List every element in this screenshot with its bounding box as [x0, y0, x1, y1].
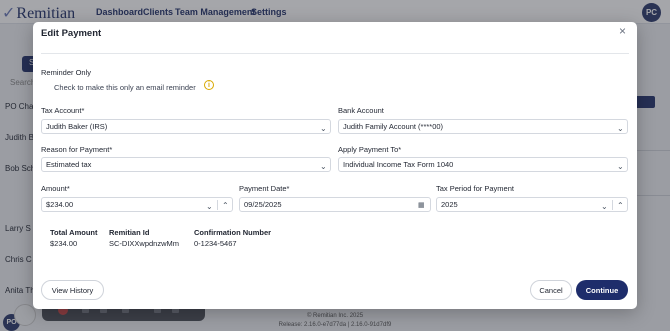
apply-to-value: Individual Income Tax Form 1040: [343, 160, 454, 169]
tax-account-value: Judith Baker (IRS): [46, 122, 108, 131]
tax-period-label: Tax Period for Payment: [436, 184, 514, 193]
chevron-down-icon: ⌄: [617, 124, 624, 133]
reason-select[interactable]: Estimated tax ⌄: [41, 157, 331, 172]
tax-period-select[interactable]: 2025 ⌄ ⌃: [436, 197, 628, 212]
tax-account-label: Tax Account*: [41, 106, 85, 115]
payment-date-value: 09/25/2025: [244, 200, 282, 209]
close-icon[interactable]: ×: [619, 24, 626, 38]
reminder-heading: Reminder Only: [41, 68, 92, 77]
apply-to-label: Apply Payment To*: [338, 145, 402, 154]
amount-value: $234.00: [46, 200, 74, 209]
cancel-button[interactable]: Cancel: [530, 280, 572, 300]
payment-date-label: Payment Date*: [239, 184, 290, 193]
bank-account-value: Judith Family Account (****00): [343, 122, 444, 131]
chevron-down-icon: ⌄: [617, 162, 624, 171]
calendar-icon[interactable]: ▦: [418, 199, 425, 212]
edit-payment-modal: Edit Payment × Reminder Only Check to ma…: [33, 22, 637, 309]
chevron-up-icon[interactable]: ⌃: [222, 199, 229, 212]
apply-to-select[interactable]: Individual Income Tax Form 1040 ⌄: [338, 157, 628, 172]
stepper-divider: [612, 200, 613, 210]
bank-account-label: Bank Account: [338, 106, 384, 115]
tax-period-value: 2025: [441, 200, 458, 209]
chevron-down-icon[interactable]: ⌄: [601, 200, 608, 213]
stepper-divider: [217, 200, 218, 210]
confirmation-number-label: Confirmation Number: [194, 228, 272, 237]
amount-label: Amount*: [41, 184, 70, 193]
chevron-up-icon[interactable]: ⌃: [617, 199, 624, 212]
reminder-checkbox[interactable]: Check to make this only an email reminde…: [54, 83, 196, 92]
header-divider: [41, 53, 629, 54]
payment-date-input[interactable]: 09/25/2025 ▦: [239, 197, 431, 212]
remitian-id-value: SC-DIXXwpdnzwMm: [109, 239, 180, 248]
total-amount-label: Total Amount: [50, 228, 98, 237]
info-icon[interactable]: i: [204, 80, 214, 90]
modal-title: Edit Payment: [41, 28, 102, 39]
bank-account-select[interactable]: Judith Family Account (****00) ⌄: [338, 119, 628, 134]
tax-account-select[interactable]: Judith Baker (IRS) ⌄: [41, 119, 331, 134]
total-amount-value: $234.00: [50, 239, 78, 248]
chevron-down-icon: ⌄: [320, 162, 327, 171]
continue-button[interactable]: Continue: [576, 280, 628, 300]
chevron-down-icon: ⌄: [320, 124, 327, 133]
reason-value: Estimated tax: [46, 160, 92, 169]
reason-label: Reason for Payment*: [41, 145, 113, 154]
view-history-button[interactable]: View History: [41, 280, 104, 300]
confirmation-number-value: 0-1234-5467: [194, 239, 237, 248]
amount-input[interactable]: $234.00 ⌄ ⌃: [41, 197, 233, 212]
chevron-down-icon[interactable]: ⌄: [206, 200, 213, 213]
remitian-id-label: Remitian Id: [109, 228, 150, 237]
